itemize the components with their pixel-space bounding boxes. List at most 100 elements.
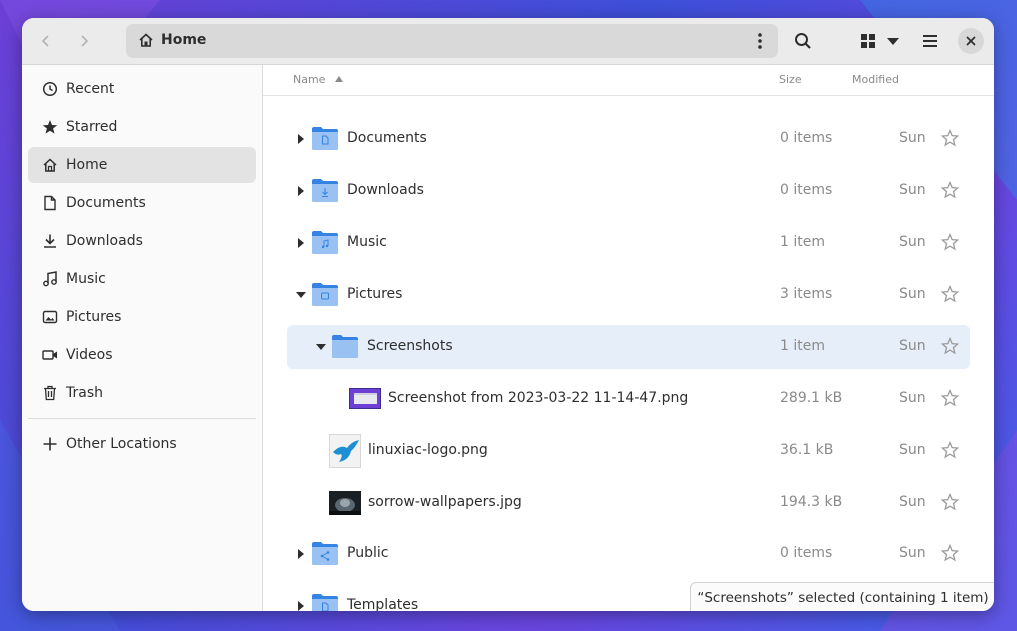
sidebar-item-label: Music: [66, 271, 106, 287]
downloads-folder-icon: [312, 179, 338, 202]
table-row-documents[interactable]: Documents 0 items Sun: [263, 117, 994, 161]
back-button[interactable]: [32, 27, 60, 55]
star-outline-icon[interactable]: [941, 233, 959, 251]
star-outline-icon[interactable]: [941, 181, 959, 199]
download-icon: [44, 234, 56, 248]
file-size: 0 items: [780, 545, 833, 561]
chevron-left-icon: [41, 35, 49, 47]
music-icon: [43, 271, 57, 287]
picture-icon: [42, 310, 58, 324]
templates-folder-icon: [312, 594, 338, 611]
file-size: 3 items: [780, 286, 833, 302]
table-row-screenshot-file[interactable]: Screenshot from 2023-03-22 11-14-47.png …: [263, 377, 994, 421]
file-size: 289.1 kB: [780, 390, 843, 406]
file-list: Name Size Modified Documents 0 items Sun: [263, 65, 994, 611]
star-outline-icon[interactable]: [941, 285, 959, 303]
close-icon: [966, 36, 976, 46]
sidebar-item-label: Home: [66, 157, 108, 173]
table-row-downloads[interactable]: Downloads 0 items Sun: [263, 169, 994, 213]
public-folder-icon: [312, 542, 338, 565]
table-row-screenshots[interactable]: Screenshots 1 item Sun: [287, 325, 970, 369]
star-outline-icon[interactable]: [941, 493, 959, 511]
plus-icon: [43, 437, 57, 451]
sidebar-item-label: Recent: [66, 81, 115, 97]
file-name: Music: [347, 234, 387, 250]
caret-down-icon: [887, 38, 899, 45]
bird-logo-thumbnail-icon: [329, 434, 361, 468]
star-outline-icon[interactable]: [941, 129, 959, 147]
sidebar-item-label: Starred: [66, 119, 118, 135]
main-menu-button[interactable]: [916, 27, 944, 55]
column-size-header[interactable]: Size: [779, 73, 802, 86]
sidebar-item-recent[interactable]: Recent: [28, 71, 256, 107]
star-outline-icon[interactable]: [941, 441, 959, 459]
documents-folder-icon: [312, 127, 338, 150]
file-manager-window: Home Recent Starred Home Documents Downl…: [22, 18, 994, 611]
star-outline-icon[interactable]: [941, 389, 959, 407]
video-icon: [42, 350, 57, 360]
table-row-public[interactable]: Public 0 items Sun: [263, 532, 994, 576]
view-options-button[interactable]: [882, 27, 904, 55]
path-home-label[interactable]: Home: [161, 32, 206, 48]
file-name: Documents: [347, 130, 427, 146]
sidebar-item-home[interactable]: Home: [28, 147, 256, 183]
expand-arrow-icon[interactable]: [297, 600, 305, 611]
file-name: Downloads: [347, 182, 424, 198]
sidebar-item-documents[interactable]: Documents: [28, 185, 256, 221]
music-folder-icon: [312, 231, 338, 254]
sidebar-item-downloads[interactable]: Downloads: [28, 223, 256, 259]
sidebar-item-music[interactable]: Music: [28, 261, 256, 297]
folder-icon: [332, 335, 358, 358]
home-icon: [43, 158, 57, 172]
sidebar-item-starred[interactable]: Starred: [28, 109, 256, 145]
sidebar-item-label: Videos: [66, 347, 113, 363]
star-outline-icon[interactable]: [941, 544, 959, 562]
collapse-arrow-icon[interactable]: [315, 343, 327, 351]
vertical-dots-icon: [758, 33, 762, 49]
file-name: linuxiac-logo.png: [368, 442, 488, 458]
search-button[interactable]: [789, 27, 817, 55]
file-modified: Sun: [899, 130, 926, 146]
column-header: Name Size Modified: [263, 65, 994, 96]
file-size: 1 item: [780, 338, 825, 354]
star-outline-icon[interactable]: [941, 337, 959, 355]
view-grid-button[interactable]: [854, 27, 882, 55]
file-modified: Sun: [899, 234, 926, 250]
table-row-linuxiac-logo[interactable]: linuxiac-logo.png 36.1 kB Sun: [263, 429, 994, 473]
column-modified-header[interactable]: Modified: [852, 73, 899, 86]
table-row-music[interactable]: Music 1 item Sun: [263, 221, 994, 265]
sidebar-item-trash[interactable]: Trash: [28, 375, 256, 411]
expand-arrow-icon[interactable]: [297, 237, 305, 249]
table-row-sorrow-wallpapers[interactable]: sorrow-wallpapers.jpg 194.3 kB Sun: [263, 481, 994, 525]
expand-arrow-icon[interactable]: [297, 133, 305, 145]
sidebar-separator: [28, 418, 256, 419]
sidebar: Recent Starred Home Documents Downloads …: [22, 65, 263, 611]
grid-view-icon: [861, 34, 875, 48]
document-icon: [44, 195, 56, 211]
close-button[interactable]: [958, 28, 984, 54]
expand-arrow-icon[interactable]: [297, 548, 305, 560]
file-size: 0 items: [780, 182, 833, 198]
status-bar: “Screenshots” selected (containing 1 ite…: [690, 582, 994, 611]
home-icon: [139, 33, 153, 47]
wallpaper-thumbnail-icon: [329, 491, 361, 515]
forward-button[interactable]: [70, 27, 98, 55]
file-modified: Sun: [899, 286, 926, 302]
collapse-arrow-icon[interactable]: [295, 291, 307, 299]
clock-icon: [42, 81, 58, 97]
sidebar-item-label: Pictures: [66, 309, 122, 325]
sidebar-item-videos[interactable]: Videos: [28, 337, 256, 373]
file-size: 194.3 kB: [780, 494, 843, 510]
file-name: Pictures: [347, 286, 403, 302]
column-name-header[interactable]: Name: [293, 73, 343, 86]
sidebar-item-pictures[interactable]: Pictures: [28, 299, 256, 335]
table-row-pictures[interactable]: Pictures 3 items Sun: [263, 273, 994, 317]
path-menu-button[interactable]: [746, 27, 774, 55]
path-bar[interactable]: Home: [126, 24, 778, 58]
expand-arrow-icon[interactable]: [297, 185, 305, 197]
file-size: 36.1 kB: [780, 442, 834, 458]
file-name: sorrow-wallpapers.jpg: [368, 494, 522, 510]
file-name: Templates: [347, 597, 419, 611]
sidebar-item-other-locations[interactable]: Other Locations: [28, 426, 256, 462]
file-modified: Sun: [899, 494, 926, 510]
